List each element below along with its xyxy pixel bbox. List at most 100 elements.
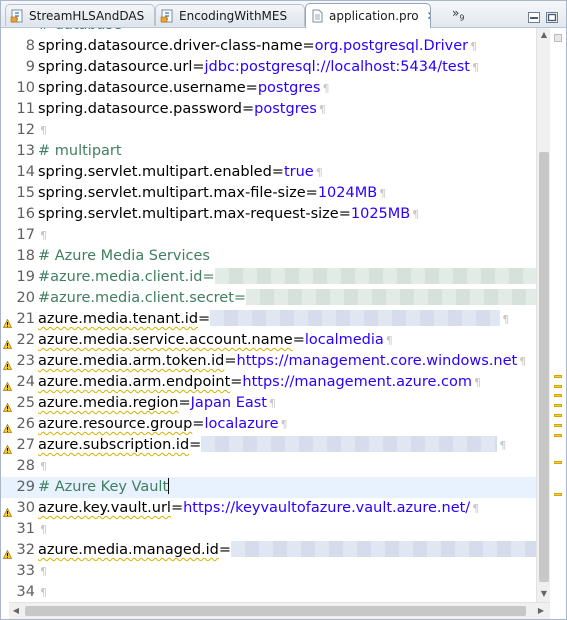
code-line: 22 azure.media.service.account.name=local… [1, 330, 549, 351]
horizontal-scroll-thumb[interactable] [25, 606, 526, 616]
warning-marker[interactable] [554, 385, 562, 388]
maximize-button[interactable] [546, 8, 558, 23]
line-end-marker: ¶ [40, 586, 47, 599]
comment-text: # Azure Media Services [38, 248, 210, 264]
line-end-marker: ¶ [315, 166, 323, 179]
property-value: true [283, 164, 314, 180]
warning-marker[interactable] [554, 414, 562, 417]
line-number: 19 [16, 269, 35, 285]
code-line: 18 # Azure Media Services [1, 246, 549, 267]
equals-sign: = [302, 38, 315, 54]
vertical-scrollbar[interactable]: ▲ ▼ [536, 28, 551, 602]
line-end-marker: ¶ [502, 313, 510, 326]
property-value: Japan East [190, 395, 267, 411]
code-line: 20 #azure.media.client.secret= [1, 288, 549, 309]
line-number: 11 [16, 101, 35, 117]
line-content: # Azure Media Services [38, 246, 210, 267]
code-line: 9 spring.datasource.url=jdbc:postgresql:/… [1, 57, 549, 78]
code-line: 16 spring.servlet.multipart.max-request-s… [1, 204, 549, 225]
text-cursor [168, 478, 170, 494]
property-key: spring.servlet.multipart.max-file-size [38, 185, 306, 201]
scroll-up-arrow-icon[interactable]: ▲ [537, 28, 551, 42]
line-number: 16 [16, 206, 35, 222]
line-content: azure.subscription.id= ¶ [38, 435, 506, 456]
line-number: 9 [25, 59, 35, 75]
line-end-marker: ¶ [379, 187, 387, 200]
equals-sign: = [198, 311, 211, 327]
warning-marker[interactable] [554, 461, 562, 464]
warning-marker[interactable] [554, 434, 562, 437]
property-key: spring.servlet.multipart.max-request-siz… [38, 206, 339, 222]
warning-marker[interactable] [554, 394, 562, 397]
line-end-marker: ¶ [473, 376, 481, 389]
code-line: 29 # Azure Key Vault [1, 477, 549, 498]
horizontal-scrollbar[interactable]: ◀ ▶ [9, 602, 550, 619]
line-number: 10 [16, 80, 35, 96]
property-key: azure.media.arm.token.id [38, 353, 225, 369]
line-content: #azure.media.client.id= [38, 267, 545, 288]
vertical-scroll-thumb[interactable] [539, 152, 549, 582]
line-end-marker: ¶ [280, 418, 288, 431]
code-line: 12 ¶ [1, 120, 549, 141]
warning-marker[interactable] [554, 424, 562, 427]
redacted-value [214, 268, 545, 284]
comment-text: # Azure Key Vault [38, 479, 169, 495]
scroll-right-arrow-icon[interactable]: ▶ [534, 604, 548, 618]
comment-text: #azure.media.client.secret= [38, 290, 247, 306]
code-line: 8 spring.datasource.driver-class-name=org… [1, 36, 549, 57]
warning-marker[interactable] [554, 493, 562, 496]
code-line: 24 azure.media.arm.endpoint=https://manag… [1, 372, 549, 393]
line-number: 15 [16, 185, 35, 201]
line-number: 12 [16, 122, 35, 138]
scroll-left-arrow-icon[interactable]: ◀ [9, 604, 23, 618]
code-line: 14 spring.servlet.multipart.enabled=true ¶ [1, 162, 549, 183]
line-end-marker: ¶ [40, 565, 47, 578]
line-end-marker: ¶ [470, 40, 478, 53]
tab-encoding-with-mes[interactable]: EncodingWithMES [155, 4, 305, 26]
line-end-marker: ¶ [318, 103, 326, 116]
property-key: azure.resource.group [38, 416, 193, 432]
line-content: azure.media.managed.id=¶ [38, 540, 546, 561]
line-content: ¶ [38, 582, 47, 601]
line-content: azure.media.region=Japan East ¶ [38, 393, 276, 414]
property-value: jdbc:postgresql://localhost:5434/test [204, 59, 470, 75]
code-line: 25 azure.media.region=Japan East ¶ [1, 393, 549, 414]
code-editor[interactable]: # database 8spring.datasource.driver-cla… [1, 28, 549, 601]
equals-sign: = [192, 416, 205, 432]
line-number: 32 [16, 542, 35, 558]
property-key: spring.datasource.url [38, 59, 193, 75]
close-icon[interactable]: ✕ [427, 9, 430, 23]
tab-stream-hls-and-das[interactable]: StreamHLSAndDAS [5, 4, 155, 26]
equals-sign: = [245, 80, 258, 96]
line-content: spring.servlet.multipart.enabled=true ¶ [38, 162, 323, 183]
warning-marker[interactable] [554, 404, 562, 407]
line-number: 18 [16, 248, 35, 264]
scroll-down-arrow-icon[interactable]: ▼ [537, 587, 551, 601]
line-content: spring.servlet.multipart.max-file-size=1… [38, 183, 386, 204]
equals-sign: = [305, 185, 318, 201]
line-content: azure.media.tenant.id= ¶ [38, 309, 509, 330]
minimize-button[interactable] [528, 8, 540, 23]
tab-application-properties[interactable]: application.pro ✕ [305, 3, 431, 28]
property-value: https://keyvaultofazure.vault.azure.net/ [183, 500, 471, 516]
redacted-value [231, 541, 538, 557]
equals-sign: = [338, 206, 351, 222]
line-content: ¶ [38, 561, 47, 582]
warning-marker[interactable] [554, 375, 562, 378]
property-key: spring.datasource.password [38, 101, 243, 117]
line-content: spring.datasource.username=postgres ¶ [38, 78, 329, 99]
code-line: 13 # multipart [1, 141, 549, 162]
code-line: 32azure.media.managed.id=¶ [1, 540, 549, 561]
code-line: 21 azure.media.tenant.id= ¶ [1, 309, 549, 330]
tab-overflow-button[interactable]: »9 [452, 6, 464, 22]
line-number: 23 [16, 353, 35, 369]
line-content: spring.servlet.multipart.max-request-siz… [38, 204, 419, 225]
code-line: 33 ¶ [1, 561, 549, 582]
code-line: 30 azure.key.vault.url=https://keyvaultof… [1, 498, 549, 519]
line-end-marker: ¶ [472, 502, 480, 515]
redacted-value [210, 310, 501, 326]
line-content: spring.datasource.driver-class-name=org.… [38, 36, 477, 57]
equals-sign: = [230, 374, 243, 390]
overview-summary-icon[interactable] [554, 34, 562, 42]
line-content: ¶ [38, 225, 47, 246]
